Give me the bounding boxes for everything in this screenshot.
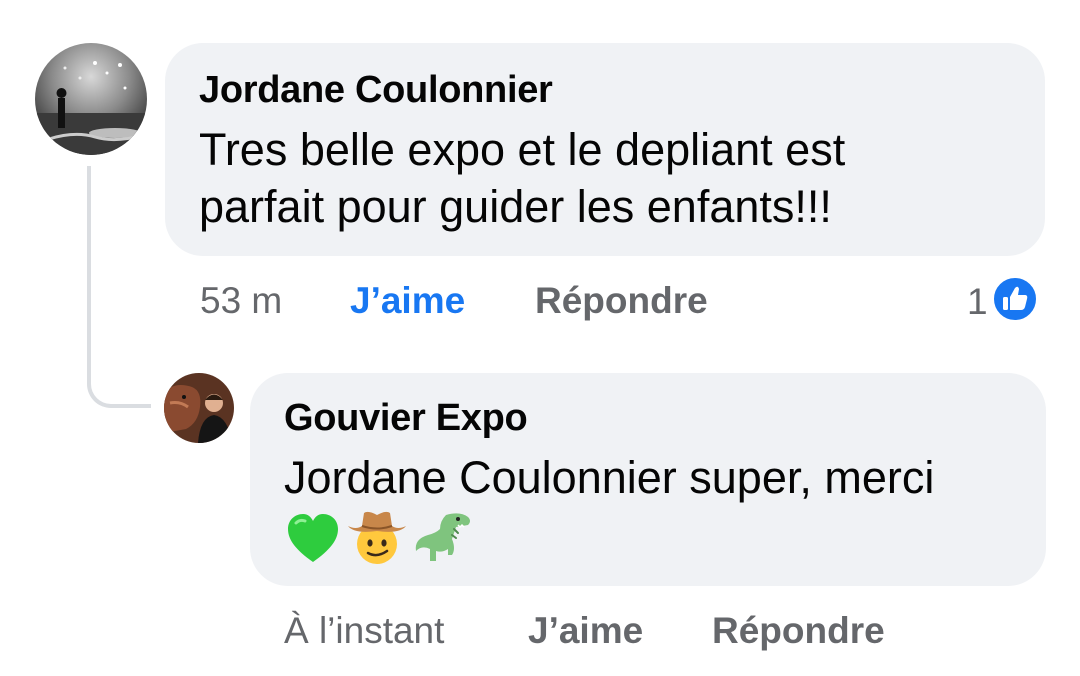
comment-text-line: Tres belle expo et le depliant est — [199, 124, 846, 175]
reply-emoji-row — [284, 509, 476, 572]
comment-reply-button[interactable]: Répondre — [535, 280, 708, 322]
reply-author-name[interactable]: Gouvier Expo — [284, 397, 528, 440]
reply-like-button[interactable]: J’aime — [528, 610, 643, 652]
comment-author-name[interactable]: Jordane Coulonnier — [199, 69, 553, 112]
t-rex-emoji — [412, 509, 476, 572]
avatar-photo-dinosaur — [164, 373, 234, 443]
green-heart-emoji — [284, 509, 342, 572]
avatar-photo-beach — [35, 43, 147, 155]
comment-reactions[interactable]: 1 — [967, 276, 1038, 327]
reply-timestamp[interactable]: À l’instant — [284, 610, 444, 652]
reply-text: Jordane Coulonnier super, merci — [284, 452, 935, 503]
reply-reply-button[interactable]: Répondre — [712, 610, 885, 652]
reaction-count: 1 — [967, 280, 988, 322]
thread-connector-line — [87, 166, 151, 408]
cowboy-face-emoji — [346, 509, 408, 572]
comment-text-line: parfait pour guider les enfants!!! — [199, 181, 832, 232]
like-thumb-icon — [991, 276, 1038, 327]
comment-text: Tres belle expo et le depliant est parfa… — [199, 121, 845, 235]
comment-like-button[interactable]: J’aime — [350, 280, 465, 322]
comment-bubble: Jordane Coulonnier Tres belle expo et le… — [165, 43, 1045, 256]
commenter-avatar[interactable] — [35, 43, 147, 155]
comment-timestamp[interactable]: 53 m — [200, 280, 282, 322]
reply-author-avatar[interactable] — [164, 373, 234, 443]
reply-bubble: Gouvier Expo Jordane Coulonnier super, m… — [250, 373, 1046, 586]
